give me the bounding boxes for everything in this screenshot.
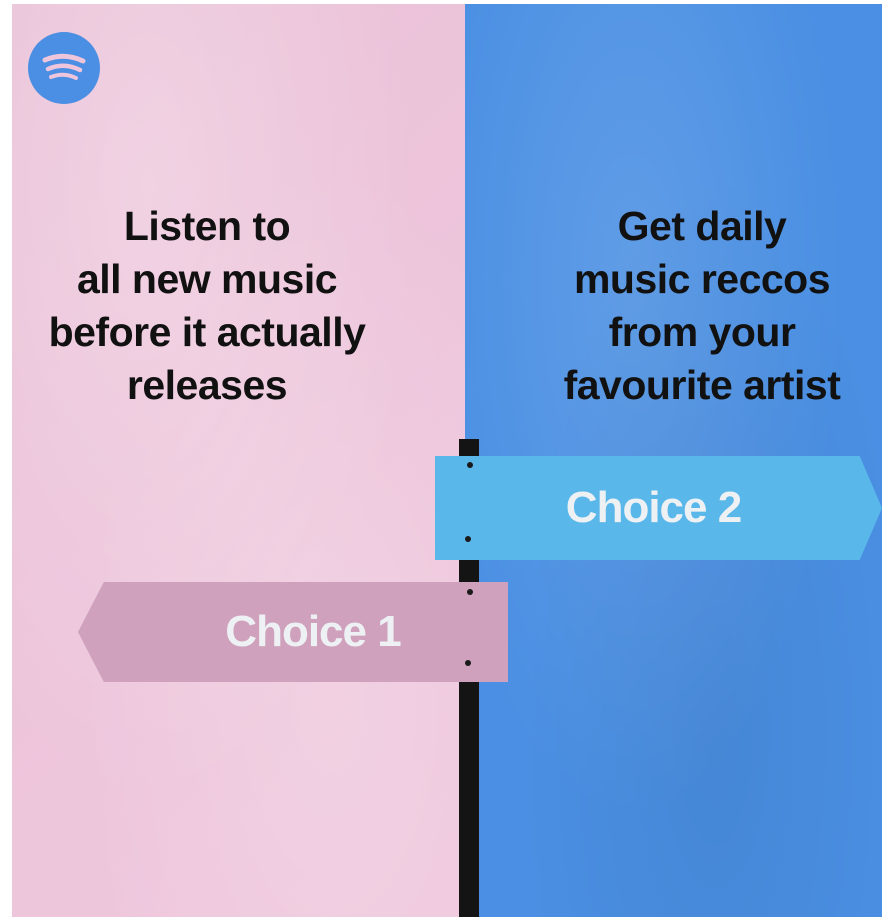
screw-icon xyxy=(467,589,473,595)
choice-2-sign[interactable]: Choice 2 xyxy=(435,456,882,560)
headline-line: Listen to xyxy=(123,203,291,249)
spotify-logo-icon xyxy=(28,32,100,104)
left-panel xyxy=(12,4,465,917)
right-option-headline: Get daily music reccos from your favouri… xyxy=(532,200,872,412)
headline-line: music reccos xyxy=(573,256,831,302)
headline-line: favourite artist xyxy=(563,362,841,408)
choice-2-label: Choice 2 xyxy=(565,483,742,532)
headline-line: before it actually xyxy=(48,309,366,355)
left-option-headline: Listen to all new music before it actual… xyxy=(12,200,402,412)
spotify-waves-icon xyxy=(42,53,86,80)
poster: Listen to all new music before it actual… xyxy=(12,4,882,917)
screw-icon xyxy=(467,462,473,468)
choice-1-sign[interactable]: Choice 1 xyxy=(78,582,508,682)
choice-1-label: Choice 1 xyxy=(225,607,401,656)
headline-line: from your xyxy=(608,309,796,355)
headline-line: all new music xyxy=(76,256,338,302)
screw-icon xyxy=(465,536,471,542)
headline-line: Get daily xyxy=(617,203,787,249)
headline-line: releases xyxy=(126,362,288,408)
screw-icon xyxy=(465,660,471,666)
